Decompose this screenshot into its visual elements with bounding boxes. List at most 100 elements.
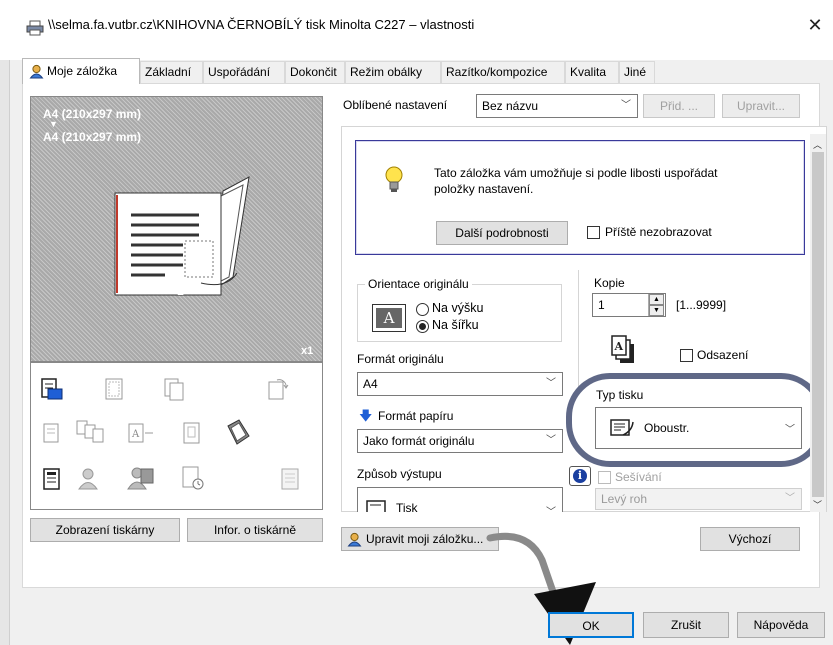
user-icon <box>347 532 362 547</box>
copies-value: 1 <box>598 298 605 312</box>
svg-text:A: A <box>131 429 140 440</box>
blue-arrow-down-icon: 🡇 <box>359 408 373 423</box>
user-auth-icon[interactable] <box>77 467 99 491</box>
orientation-glyph: A <box>376 308 402 328</box>
copies-label: Kopie <box>594 276 625 290</box>
printer-view-button[interactable]: Zobrazení tiskárny <box>30 518 180 542</box>
dont-show-checkbox[interactable] <box>587 226 600 239</box>
stepper-up-icon[interactable]: ▲ <box>649 294 664 305</box>
tab-dokoncit[interactable]: Dokončit <box>285 61 345 83</box>
account-track-icon[interactable] <box>127 465 155 491</box>
lightbulb-icon <box>385 166 403 192</box>
function-icon-grid: A <box>30 362 323 510</box>
original-format-label: Formát originálu <box>357 352 444 366</box>
favorites-value: Bez názvu <box>482 99 539 113</box>
stepper-down-icon[interactable]: ▼ <box>649 305 664 316</box>
favorites-label: Oblíbené nastavení <box>343 98 448 112</box>
tab-jine[interactable]: Jiné <box>619 61 655 83</box>
orientation-preview: A <box>372 304 406 332</box>
edit-my-tab-label: Upravit moji záložku... <box>366 532 484 546</box>
printer-icon <box>26 20 44 36</box>
chevron-down-icon: ﹀ <box>546 378 556 389</box>
original-format-select[interactable]: A4 ﹀ <box>357 372 563 396</box>
copies-stepper[interactable]: ▲ ▼ <box>648 294 664 316</box>
ok-button[interactable]: OK <box>548 612 634 638</box>
stapling-checkbox[interactable] <box>598 471 611 484</box>
orientation-label: Orientace originálu <box>365 277 472 291</box>
output-method-value: Tisk <box>396 501 418 512</box>
copies-offset-icon: A <box>611 335 634 363</box>
tab-label: Uspořádání <box>208 65 271 79</box>
tab-label: Moje záložka <box>47 64 118 78</box>
tab-usporadani[interactable]: Uspořádání <box>203 61 285 83</box>
more-details-button[interactable]: Další podrobnosti <box>436 221 568 245</box>
finishing-icon[interactable] <box>225 418 251 446</box>
scroll-up-icon[interactable]: ︿ <box>813 138 822 151</box>
chevron-down-icon: ﹀ <box>546 503 556 512</box>
background-window-edge <box>0 0 10 645</box>
page-stack-icon[interactable] <box>41 421 63 445</box>
help-button[interactable]: Nápověda <box>737 612 825 638</box>
scroll-down-icon[interactable]: ﹀ <box>813 498 822 511</box>
chevron-down-icon: ﹀ <box>621 100 631 111</box>
landscape-radio[interactable] <box>416 320 429 333</box>
highlight-ring <box>566 373 825 467</box>
tab-label: Razítko/kompozice <box>446 65 548 79</box>
tab-label: Kvalita <box>570 65 607 79</box>
copy-pages-icon[interactable] <box>163 377 185 401</box>
info-callout: Tato záložka vám umožňuje si podle libos… <box>355 140 805 255</box>
original-format-value: A4 <box>363 377 378 391</box>
dont-show-label: Příště nezobrazovat <box>605 225 712 239</box>
info-icon[interactable]: i <box>569 466 591 486</box>
paper-format-value: Jako formát originálu <box>363 434 475 448</box>
paper-format-label: Formát papíru <box>378 409 454 423</box>
chevron-down-icon: ﹀ <box>785 493 795 504</box>
default-button[interactable]: Výchozí <box>700 527 800 551</box>
rotate-page-icon[interactable] <box>267 377 289 401</box>
tab-label: Dokončit <box>290 65 337 79</box>
close-icon[interactable]: ✕ <box>800 12 830 38</box>
output-method-label: Způsob výstupu <box>357 467 442 481</box>
stapling-value: Levý roh <box>601 492 648 506</box>
landscape-label: Na šířku <box>432 318 479 332</box>
page-preview: A4 (210x297 mm) ▼ A4 (210x297 mm) 1 x1 <box>30 96 323 362</box>
layout-icon[interactable] <box>103 377 125 401</box>
tab-moje-zalozka[interactable]: Moje záložka <box>22 58 140 84</box>
paper-format-select[interactable]: Jako formát originálu ﹀ <box>357 429 563 453</box>
preview-copies-marker: x1 <box>301 345 314 357</box>
printer-info-button[interactable]: Infor. o tiskárně <box>187 518 323 542</box>
offset-label: Odsazení <box>697 348 749 362</box>
output-method-select[interactable]: Tisk ﹀ <box>357 487 563 512</box>
preview-paper-size: A4 (210x297 mm) <box>43 130 142 144</box>
tab-zakladni[interactable]: Základní <box>140 61 203 83</box>
add-favorite-button[interactable]: Přid. ... <box>643 94 715 118</box>
tab-label: Jiné <box>624 65 647 79</box>
preview-page-number: 1 <box>177 284 184 298</box>
multi-page-icon[interactable] <box>75 419 105 443</box>
stapling-label: Sešívání <box>615 470 662 484</box>
info-text: Tato záložka vám umožňuje si podle libos… <box>434 166 718 196</box>
print-output-icon[interactable] <box>41 377 63 401</box>
scheduled-print-icon[interactable] <box>181 465 205 491</box>
tab-rezim-obalky[interactable]: Režim obálky <box>345 61 441 83</box>
stacked-paper-icon[interactable] <box>279 467 301 491</box>
portrait-label: Na výšku <box>432 301 484 315</box>
print-icon <box>366 500 386 512</box>
stapling-select[interactable]: Levý roh ﹀ <box>595 488 802 510</box>
copies-range: [1...9999] <box>676 298 727 312</box>
favorites-select[interactable]: Bez názvu ﹀ <box>476 94 638 118</box>
tab-kvalita[interactable]: Kvalita <box>565 61 619 83</box>
document-dark-icon[interactable] <box>41 467 63 491</box>
portrait-radio[interactable] <box>416 303 429 316</box>
booklet-icon[interactable]: A <box>127 421 155 445</box>
tab-label: Základní <box>145 65 192 79</box>
tab-razitko-kompozice[interactable]: Razítko/kompozice <box>441 61 565 83</box>
cancel-button[interactable]: Zrušit <box>643 612 729 638</box>
tab-label: Režim obálky <box>350 65 423 79</box>
watermark-page-icon[interactable] <box>181 421 203 445</box>
chevron-down-icon: ﹀ <box>546 435 556 446</box>
edit-favorite-button[interactable]: Upravit... <box>722 94 800 118</box>
preview-arrow: ▼ <box>49 119 58 129</box>
scrollbar-thumb[interactable] <box>812 152 824 497</box>
offset-checkbox[interactable] <box>680 349 693 362</box>
